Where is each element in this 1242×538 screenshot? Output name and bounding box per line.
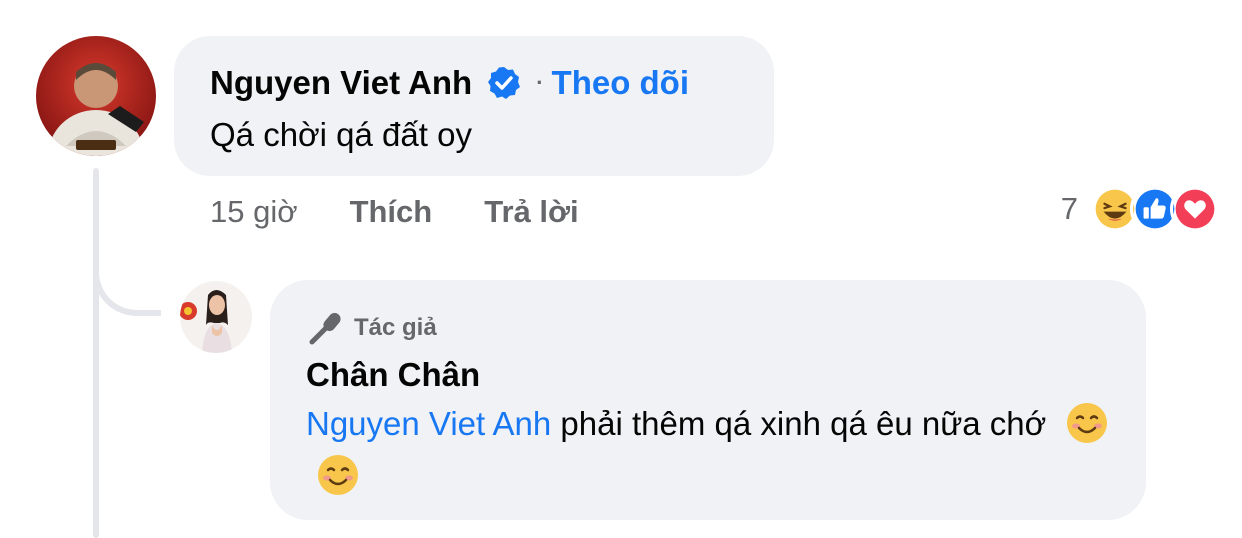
thread-connector [93, 248, 161, 316]
reply-body: phải thêm qá xinh qá êu nữa chớ [551, 405, 1047, 442]
comment-bubble: Nguyen Viet Anh · Theo dõi Qá chời qá đấ… [174, 36, 774, 176]
avatar-nguyen-viet-anh[interactable] [36, 36, 156, 156]
reply-author-name[interactable]: Chân Chân [306, 356, 480, 394]
reaction-count: 7 [1060, 191, 1078, 226]
microphone-icon [309, 312, 341, 345]
love-reaction-icon [1170, 184, 1220, 234]
mention-link[interactable]: Nguyen Viet Anh [306, 405, 551, 442]
smiling-face-icon [318, 455, 358, 495]
comment-timestamp[interactable]: 15 giờ [210, 194, 298, 230]
smiling-face-icon [1067, 403, 1108, 443]
comment-text: Qá chời qá đất oy [210, 116, 472, 153]
author-badge-label: Tác giả [354, 314, 437, 341]
verified-badge-icon [486, 65, 522, 101]
reply-button[interactable]: Trả lời [484, 194, 578, 230]
author-badge: Tác giả [306, 308, 437, 348]
avatar-chan-chan[interactable] [180, 281, 252, 353]
reply-text: Nguyen Viet Anh phải thêm qá xinh qá êu … [306, 398, 1126, 502]
thread-line [93, 168, 99, 538]
like-button[interactable]: Thích [350, 194, 433, 230]
reactions-summary[interactable]: 7 [1061, 184, 1220, 234]
reply-bubble: Tác giả Chân Chân Nguyen Viet Anh phải t… [270, 280, 1146, 520]
follow-button[interactable]: Theo dõi [552, 64, 689, 102]
comment-actions: 15 giờ Thích Trả lời [210, 194, 579, 230]
comment-header: Nguyen Viet Anh · Theo dõi [210, 64, 689, 102]
comment-author-name[interactable]: Nguyen Viet Anh [210, 64, 472, 102]
separator-dot: · [536, 70, 544, 95]
